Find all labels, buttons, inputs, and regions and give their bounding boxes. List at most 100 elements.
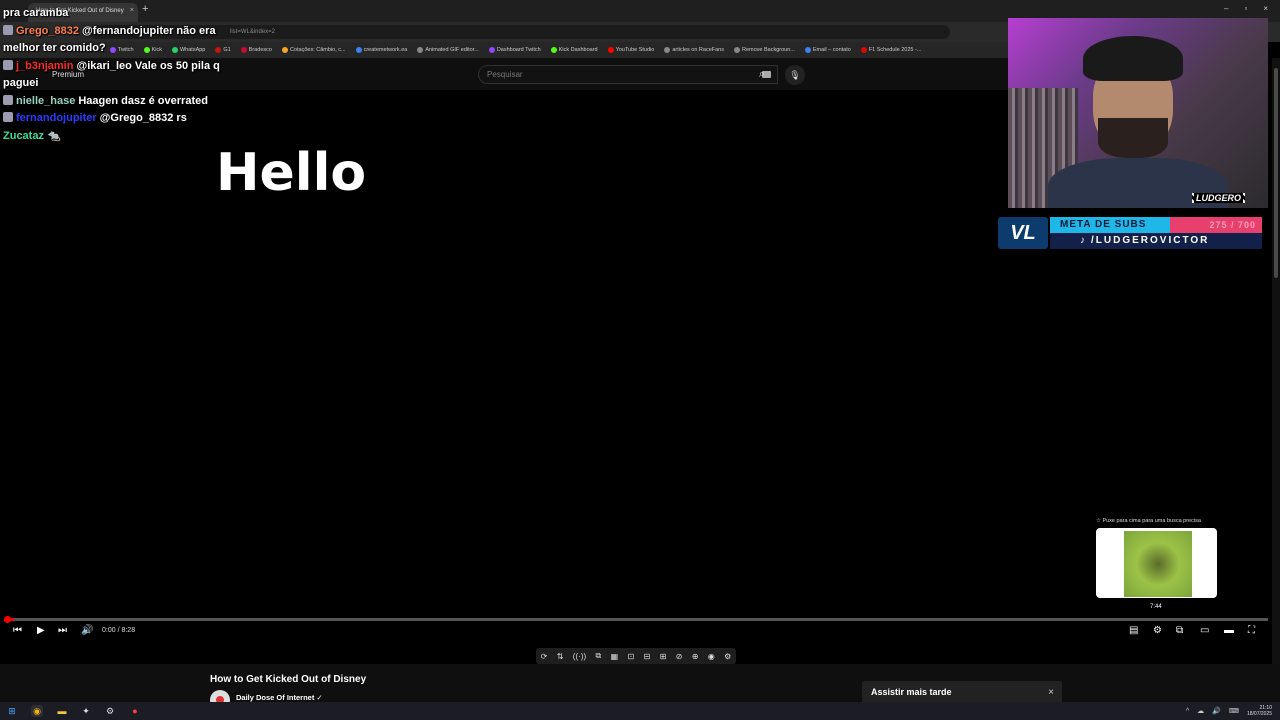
extension-tool-icon[interactable]: ⊡	[627, 652, 634, 661]
system-tray: ^ ☁ 🔊 ⌨ 21:10 18/07/2025	[1186, 705, 1272, 717]
settings-app-icon[interactable]: ⚙	[104, 705, 116, 717]
bookmark-favicon-icon	[607, 47, 614, 53]
bookmark-item[interactable]: Email – contato	[804, 47, 851, 53]
windows-start-icon[interactable]: ⊞	[6, 705, 18, 717]
subtitles-icon[interactable]: ▤	[1129, 625, 1138, 636]
theater-icon[interactable]: ▭	[1200, 625, 1209, 636]
chat-text: @Grego_8832 rs	[99, 112, 187, 124]
bookmark-item[interactable]: Cotações: Câmbio, c...	[281, 47, 346, 53]
volume-icon[interactable]: 🔊	[81, 625, 93, 636]
search-input[interactable]: Pesquisar	[478, 65, 778, 84]
sub-goal-label: META DE SUBS	[1060, 219, 1147, 230]
chat-message: fernandojupiter @Grego_8832 rs	[3, 110, 228, 128]
sub-goal-bar: META DE SUBS 275 / 700	[1050, 217, 1262, 233]
bookmark-item[interactable]: Dashboard Twitch	[488, 47, 541, 53]
tiktok-handle-bar: ♪ /LUDGEROVICTOR	[1050, 233, 1262, 249]
extension-tool-icon[interactable]: ⚙	[724, 652, 731, 661]
bookmark-label: Kick Dashboard	[558, 47, 598, 53]
extension-tool-icon[interactable]: ⊞	[660, 652, 667, 661]
chat-message: j_b3njamin @ikari_leo Vale os 50 pila q p…	[3, 58, 228, 93]
youtube-premium-label: Premium	[52, 70, 85, 79]
streamer-cap	[1083, 36, 1183, 81]
extension-tool-icon[interactable]: ▦	[611, 652, 619, 661]
next-icon[interactable]: ⏭	[58, 625, 67, 636]
chat-text: pra caramba	[3, 7, 69, 19]
extension-tool-icon[interactable]: ((·))	[573, 652, 586, 661]
chat-badge-icon	[3, 94, 13, 105]
previous-icon[interactable]: ⏮	[13, 625, 22, 636]
miniplayer-icon[interactable]: ⧉	[1176, 625, 1183, 636]
bookmark-item[interactable]: Bradesco	[240, 47, 272, 53]
keyboard-layout-icon[interactable]: ⌨	[1229, 707, 1239, 715]
extension-tool-icon[interactable]: ⊕	[692, 652, 699, 661]
speaker-icon[interactable]: 🔊	[1212, 707, 1221, 715]
video-info: How to Get Kicked Out of Disney Daily Do…	[0, 664, 1280, 710]
bookmark-favicon-icon	[417, 47, 424, 53]
bookmark-item[interactable]: articles on RaceFans	[664, 47, 724, 53]
bookmark-item[interactable]: Animated GIF editor...	[417, 47, 479, 53]
taskbar-clock[interactable]: 21:10 18/07/2025	[1247, 705, 1272, 717]
play-icon[interactable]: ▶	[37, 625, 45, 636]
bookmark-favicon-icon	[488, 47, 495, 53]
tiktok-icon: ♪	[1080, 235, 1087, 246]
bookmark-label: articles on RaceFans	[672, 47, 724, 53]
page-scrollbar[interactable]	[1272, 58, 1280, 698]
mic-icon[interactable]: 🎙	[785, 65, 805, 85]
bookmark-item[interactable]: createmetwork.ea	[355, 47, 408, 53]
toast-close-icon[interactable]: ×	[1048, 687, 1054, 698]
bookmark-item[interactable]: Remove Backgroun...	[734, 47, 795, 53]
webcam-feed	[1008, 18, 1268, 208]
maximize-icon[interactable]: ▫	[1244, 4, 1247, 13]
extension-tool-icon[interactable]: ⊟	[644, 652, 651, 661]
chat-message: pra caramba	[3, 5, 228, 23]
sub-goal-count: 275 / 700	[1209, 220, 1256, 230]
progress-bar[interactable]	[6, 618, 1268, 621]
bookmark-label: YouTube Studio	[615, 47, 655, 53]
minimize-icon[interactable]: –	[1224, 4, 1228, 13]
extension-tool-icon[interactable]: ⧉	[595, 651, 601, 661]
chat-username: Grego_8832	[16, 24, 79, 37]
search-icon[interactable]: ⌕	[748, 65, 776, 84]
recording-app-icon[interactable]: ●	[129, 705, 141, 717]
extension-tool-icon[interactable]: ⟳	[541, 652, 548, 661]
close-window-icon[interactable]: ×	[1263, 4, 1268, 13]
scroll-thumb[interactable]	[1274, 68, 1278, 278]
bookmark-favicon-icon	[240, 47, 247, 53]
settings-icon[interactable]: ⚙	[1153, 625, 1162, 636]
bookmark-favicon-icon	[550, 47, 557, 53]
chat-badge-icon	[3, 24, 13, 35]
bookmark-label: F1 Schedule 2025 -...	[868, 47, 922, 53]
bookmark-label: Dashboard Twitch	[496, 47, 541, 53]
bookmark-label: createmetwork.ea	[363, 47, 408, 53]
tray-expand-icon[interactable]: ^	[1186, 708, 1189, 715]
bookmark-favicon-icon	[281, 47, 288, 53]
bookmark-label: Cotações: Câmbio, c...	[289, 47, 346, 53]
bookmark-item[interactable]: YouTube Studio	[607, 47, 655, 53]
bookmark-item[interactable]: Kick Dashboard	[550, 47, 598, 53]
bookmark-favicon-icon	[804, 47, 811, 53]
clock-date: 18/07/2025	[1246, 711, 1272, 717]
extension-toolbar: ⟳ ⇅ ((·)) ⧉ ▦ ⊡ ⊟ ⊞ ⊘ ⊕ ◉ ⚙	[536, 648, 736, 664]
cinema-icon[interactable]: ▬	[1224, 625, 1234, 636]
chrome-taskbar-icon[interactable]: ◉	[31, 705, 43, 717]
chat-message: nielle_hase Haagen dasz é overrated	[3, 93, 228, 111]
window-controls: – ▫ ×	[1224, 4, 1268, 13]
bookmark-label: Email – contato	[812, 47, 851, 53]
extension-tool-icon[interactable]: ⇅	[557, 652, 564, 661]
video-title[interactable]: How to Get Kicked Out of Disney	[210, 674, 366, 685]
bookmark-label: Remove Backgroun...	[742, 47, 795, 53]
network-icon[interactable]: ☁	[1197, 707, 1204, 715]
fullscreen-icon[interactable]: ⛶	[1248, 625, 1255, 636]
extension-tool-icon[interactable]: ◉	[708, 652, 715, 661]
sub-goal-widget: VL META DE SUBS 275 / 700 ♪ /LUDGEROVICTO…	[998, 215, 1266, 251]
time-display: 0:00 / 8:28	[102, 627, 136, 634]
watch-later-toast: Assistir mais tarde ×	[862, 681, 1062, 703]
file-explorer-icon[interactable]: ▬	[56, 705, 68, 717]
bookmark-item[interactable]: F1 Schedule 2025 -...	[860, 47, 922, 53]
chat-message: Zucataz 🐀	[3, 128, 228, 146]
bookmark-favicon-icon	[734, 47, 740, 53]
extension-tool-icon[interactable]: ⊘	[676, 652, 683, 661]
app-icon[interactable]: ✦	[80, 705, 92, 717]
bookmark-label: Bradesco	[248, 47, 272, 53]
channel-name[interactable]: Daily Dose Of Internet ✓	[236, 693, 323, 702]
